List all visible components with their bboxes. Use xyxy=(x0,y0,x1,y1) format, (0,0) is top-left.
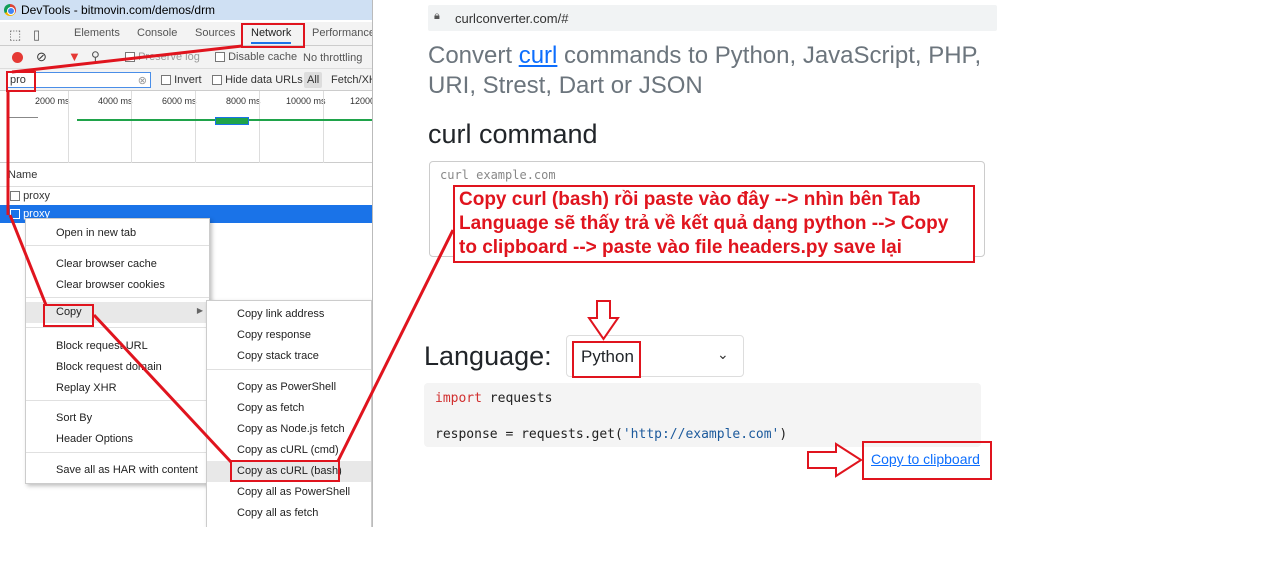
annotation-box: Copy curl (bash) rồi paste vào đây --> n… xyxy=(453,185,975,263)
address-bar[interactable]: 🔒︎ curlconverter.com/# xyxy=(428,5,997,31)
timeline-selection xyxy=(215,117,249,125)
highlight-filter xyxy=(6,71,36,92)
code-output: import requests response = requests.get(… xyxy=(424,383,981,447)
tick: 6000 ms xyxy=(162,96,197,106)
highlight-python xyxy=(572,341,641,378)
inspect-icon[interactable]: ⬚ xyxy=(9,27,21,43)
invert-checkbox[interactable]: Invert xyxy=(161,74,202,86)
clear-filter-icon[interactable]: ⊗ xyxy=(138,74,147,87)
url-text: curlconverter.com/# xyxy=(455,11,569,26)
right-arrow-icon xyxy=(807,442,863,478)
clear-icon[interactable]: ⊘ xyxy=(36,49,47,65)
filter-bar: pro ⊗ Invert Hide data URLs All Fetch/XH xyxy=(0,69,372,91)
highlight-copy-clipboard xyxy=(862,441,992,480)
tick: 2000 ms xyxy=(35,96,70,106)
menu-replay-xhr[interactable]: Replay XHR xyxy=(56,382,117,394)
submenu-item[interactable]: Copy stack trace xyxy=(237,350,319,362)
submenu-item[interactable]: Copy link address xyxy=(237,308,324,320)
disable-cache-checkbox[interactable]: Disable cache xyxy=(215,51,297,63)
lock-icon: 🔒︎ xyxy=(434,10,440,22)
chevron-down-icon: ⌄ xyxy=(717,346,729,362)
tab-sources[interactable]: Sources xyxy=(195,27,235,39)
search-icon[interactable]: ⚲ xyxy=(91,49,100,63)
window-title: DevTools - bitmovin.com/demos/drm xyxy=(21,3,216,17)
context-menu: Open in new tab Clear browser cache Clea… xyxy=(25,218,210,484)
request-row[interactable]: proxy xyxy=(0,187,372,205)
tab-elements[interactable]: Elements xyxy=(74,27,120,39)
curl-placeholder: curl example.com xyxy=(440,168,556,182)
highlight-network-tab xyxy=(241,23,305,48)
device-toggle-icon[interactable]: ▯ xyxy=(33,27,40,43)
down-arrow-icon xyxy=(587,300,620,341)
highlight-copy xyxy=(43,304,94,327)
tick: 8000 ms xyxy=(226,96,261,106)
tick: 12000 xyxy=(350,96,373,106)
curl-command-title: curl command xyxy=(428,119,598,149)
network-overview: 2000 ms 4000 ms 6000 ms 8000 ms 10000 ms… xyxy=(0,91,373,163)
name-column-header[interactable]: Name xyxy=(0,163,372,187)
menu-open-new-tab[interactable]: Open in new tab xyxy=(56,227,136,239)
tick: 4000 ms xyxy=(98,96,133,106)
tick: 10000 ms xyxy=(286,96,326,106)
tab-console[interactable]: Console xyxy=(137,27,177,39)
submenu-item[interactable]: Copy all as PowerShell xyxy=(237,486,350,498)
menu-header-options[interactable]: Header Options xyxy=(56,433,133,445)
submenu-item[interactable]: Copy as Node.js fetch xyxy=(237,423,345,435)
curl-link[interactable]: curl xyxy=(519,42,558,69)
throttling-select[interactable]: No throttling xyxy=(303,52,362,64)
menu-block-url[interactable]: Block request URL xyxy=(56,340,148,352)
menu-clear-cookies[interactable]: Clear browser cookies xyxy=(56,279,165,291)
language-label: Language: xyxy=(424,341,552,371)
hide-data-urls-checkbox[interactable]: Hide data URLs xyxy=(212,74,303,86)
filter-fetch-xhr-button[interactable]: Fetch/XH xyxy=(331,74,372,86)
submenu-item[interactable]: Copy response xyxy=(237,329,311,341)
filter-all-button[interactable]: All xyxy=(304,72,323,88)
chrome-icon xyxy=(4,4,16,16)
page-heading: Convert curl commands to Python, JavaScr… xyxy=(428,42,982,99)
copy-submenu: Copy link address Copy response Copy sta… xyxy=(206,300,372,527)
highlight-curl-bash xyxy=(230,460,340,482)
devtools-tabs: ⬚ ▯ Elements Console Sources Network Per… xyxy=(0,22,372,46)
preserve-log-checkbox[interactable]: Preserve log xyxy=(125,51,200,63)
tab-performance[interactable]: Performance xyxy=(312,27,372,39)
submenu-item[interactable]: Copy as PowerShell xyxy=(237,381,336,393)
network-toolbar: ⊘ ▼ ⚲ Preserve log Disable cache No thro… xyxy=(0,46,372,69)
menu-sort-by[interactable]: Sort By xyxy=(56,412,92,424)
submenu-item[interactable]: Copy as fetch xyxy=(237,402,304,414)
submenu-item[interactable]: Copy all as fetch xyxy=(237,507,318,519)
devtools-window: DevTools - bitmovin.com/demos/drm ⬚ ▯ El… xyxy=(0,0,373,527)
submenu-item[interactable]: Copy as cURL (cmd) xyxy=(237,444,339,456)
menu-save-har[interactable]: Save all as HAR with content xyxy=(56,464,198,476)
record-icon[interactable] xyxy=(12,52,23,63)
window-titlebar: DevTools - bitmovin.com/demos/drm xyxy=(0,0,372,20)
filter-icon[interactable]: ▼ xyxy=(68,49,81,64)
menu-clear-cache[interactable]: Clear browser cache xyxy=(56,258,157,270)
menu-block-domain[interactable]: Block request domain xyxy=(56,361,162,373)
